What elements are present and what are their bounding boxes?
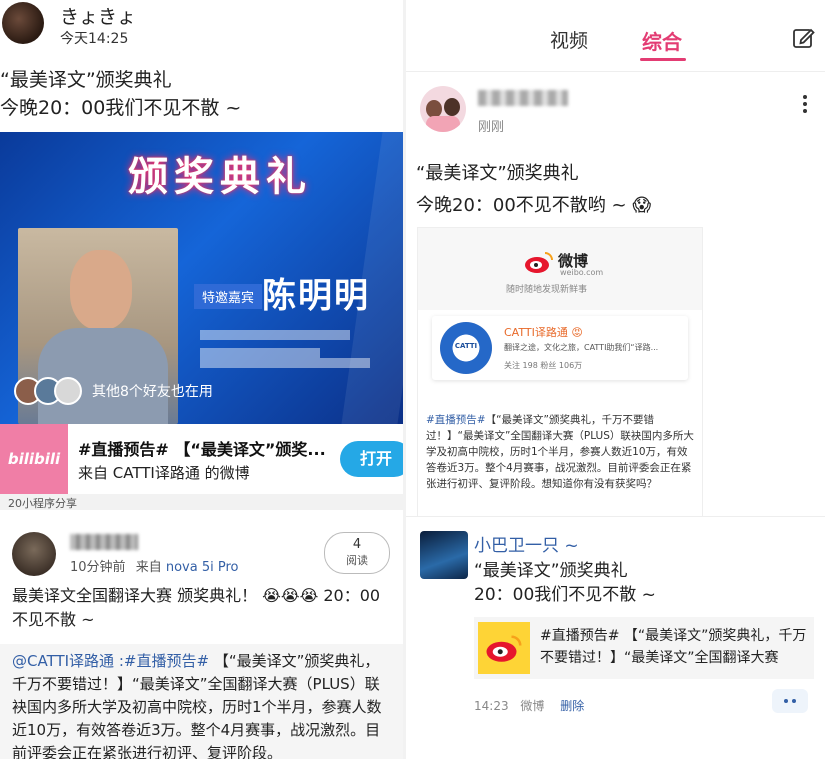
blurred-username	[478, 90, 568, 106]
open-button[interactable]: 打开	[340, 441, 406, 477]
weibo-slogan: 随时随地发现新鲜事	[506, 285, 588, 295]
post-line: “最美译文”颁奖典礼	[0, 69, 172, 91]
friends-using[interactable]: 其他8个好友也在用	[14, 376, 213, 406]
post-line: 今晚20：00我们不见不散 ~	[0, 97, 242, 119]
video-title: 颁奖典礼	[128, 153, 312, 200]
weibo-url: weibo.com	[560, 268, 604, 277]
post-line: 今晚20：00不见不散哟 ~ 😱	[416, 195, 652, 216]
repost-time: 14:23	[474, 699, 509, 713]
left-screenshot: きょきょ 今天14:25 “最美译文”颁奖典礼 今晚20：00我们不见不散 ~ …	[0, 0, 406, 759]
comment-text: 最美译文全国翻译大赛 颁奖典礼！ 😭😭😭 20：00不见不散 ~	[12, 586, 381, 629]
comment-time: 10分钟前	[70, 560, 126, 575]
post-text: “最美译文”颁奖典礼 今晚20：00我们不见不散 ~	[0, 66, 241, 122]
avatar[interactable]	[420, 531, 468, 579]
share-strip: 20小程序分享	[0, 494, 406, 510]
comment-meta: 10分钟前 来自 nova 5i Pro	[70, 556, 238, 575]
repost-source: 微博	[520, 699, 545, 713]
account-stats: 关注 198 粉丝 106万	[504, 361, 583, 370]
read-count: 4	[352, 537, 362, 552]
more-options-icon[interactable]	[802, 94, 808, 114]
post-image[interactable]: 微博 weibo.com 随时随地发现新鲜事 CATTI CATTI译路通 😡 …	[418, 228, 702, 516]
card-subtitle: 来自 CATTI译路通 的微博	[78, 464, 250, 482]
avatar[interactable]	[420, 86, 466, 132]
weibo-logo-icon	[486, 635, 522, 662]
post-line: “最美译文”颁奖典礼	[416, 163, 579, 184]
card-title: #直播预告# 【“最美译文”颁奖...	[78, 440, 326, 459]
post-text: “最美译文”颁奖典礼 今晚20：00不见不散哟 ~ 😱	[416, 158, 651, 222]
video-thumbnail[interactable]: 颁奖典礼 特邀嘉宾 陈明明 其他8个好友也在用	[0, 132, 406, 424]
bio-line	[200, 358, 370, 368]
quoted-text: #直播预告# 【“最美译文”颁奖典礼，千万不要错过！】“最美译文”全国翻译大赛	[540, 628, 807, 666]
username[interactable]: きょきょ	[60, 2, 136, 29]
repost-line: 20：00我们不见不散 ~	[474, 585, 656, 605]
bilibili-logo: bilibili	[0, 424, 68, 494]
source-prefix: 来自	[135, 560, 162, 575]
quoted-weibo[interactable]: @CATTI译路通 :#直播预告# 【“最美译文”颁奖典礼，千万不要错过！】“最…	[0, 644, 406, 759]
bio-line	[200, 348, 320, 358]
account-card: CATTI CATTI译路通 😡 翻译之途，文化之旅，CATTI助我们“译路..…	[432, 316, 688, 380]
repost-text: “最美译文”颁奖典礼 20：00我们不见不散 ~	[474, 559, 656, 607]
account-description: 翻译之途，文化之旅，CATTI助我们“译路...	[504, 343, 659, 352]
repost-item: 小巴卫一只 ~ “最美译文”颁奖典礼 20：00我们不见不散 ~ #直播预告# …	[406, 516, 825, 759]
post-time: 刚刚	[478, 120, 505, 135]
post-header: きょきょ 今天14:25	[0, 0, 406, 58]
read-label: 阅读	[346, 554, 368, 567]
avatar[interactable]	[2, 2, 44, 44]
right-screenshot: 视频 综合 刚刚 “最美译文”颁奖典礼 今晚20：00不见不散哟 ~ 😱 微博 …	[406, 0, 825, 759]
weibo-post: 刚刚 “最美译文”颁奖典礼 今晚20：00不见不散哟 ~ 😱 微博 weibo.…	[406, 80, 825, 516]
topic-link[interactable]: :#直播预告#	[119, 652, 209, 670]
topic-link: #直播预告#	[426, 414, 486, 426]
avatar[interactable]	[12, 532, 56, 576]
active-tab-indicator	[640, 58, 686, 61]
tab-general[interactable]: 综合	[642, 26, 682, 55]
catti-logo: CATTI	[440, 322, 492, 374]
edit-icon[interactable]	[792, 26, 816, 50]
post-time: 今天14:25	[60, 31, 129, 47]
comment-post: 10分钟前 来自 nova 5i Pro 4 阅读 最美译文全国翻译大赛 颁奖典…	[0, 512, 406, 759]
repost-footer: 14:23 微博 删除	[474, 697, 584, 714]
mention-link[interactable]: @CATTI译路通	[12, 652, 114, 670]
account-name: CATTI译路通 😡	[504, 326, 583, 339]
tab-bar: 视频 综合	[406, 0, 825, 72]
friends-text: 其他8个好友也在用	[92, 384, 213, 400]
quoted-weibo-card[interactable]: #直播预告# 【“最美译文”颁奖典礼，千万不要错过！】“最美译文”全国翻译大赛	[474, 617, 814, 679]
blurred-username	[70, 534, 138, 550]
guest-name: 陈明明	[262, 276, 370, 316]
image-body-text: #直播预告#【“最美译文”颁奖典礼，千万不要错过！】“最美译文”全国翻译大赛（P…	[426, 412, 696, 492]
friend-avatar	[54, 377, 82, 405]
share-card[interactable]: bilibili #直播预告# 【“最美译文”颁奖... 来自 CATTI译路通…	[0, 424, 406, 494]
repost-line: “最美译文”颁奖典礼	[474, 561, 628, 581]
read-count-badge: 4 阅读	[324, 532, 390, 574]
weibo-logo-icon	[525, 252, 553, 273]
repost-username[interactable]: 小巴卫一只 ~	[474, 531, 579, 556]
more-options-button[interactable]	[772, 689, 808, 713]
guest-tag: 特邀嘉宾	[194, 284, 263, 309]
tab-video[interactable]: 视频	[550, 26, 588, 53]
weibo-header: 微博 weibo.com 随时随地发现新鲜事	[418, 228, 702, 310]
bio-line	[200, 330, 350, 340]
device-source[interactable]: nova 5i Pro	[166, 560, 239, 575]
weibo-logo	[478, 622, 530, 674]
delete-link[interactable]: 删除	[560, 699, 584, 713]
